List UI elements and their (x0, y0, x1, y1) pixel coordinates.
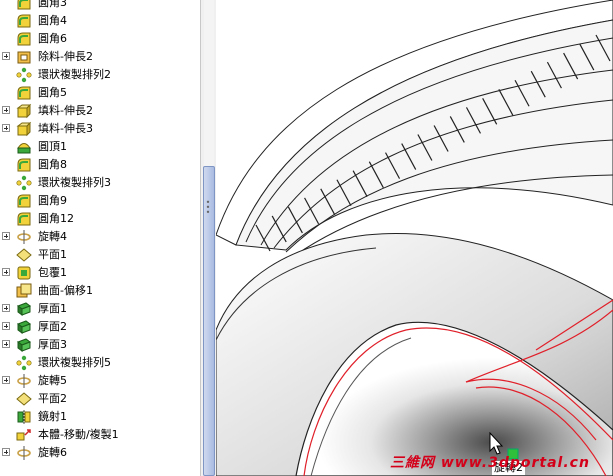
tree-item[interactable]: 旋轉6 (0, 444, 200, 462)
tree-item-label: 圓角12 (38, 212, 74, 225)
tree-item-label: 圓角6 (38, 32, 67, 45)
fillet-icon (16, 13, 32, 29)
tree-item[interactable]: 包覆1 (0, 264, 200, 282)
tree-item[interactable]: 平面1 (0, 246, 200, 264)
move-copy-body-icon (16, 427, 32, 443)
expand-plus-icon[interactable] (2, 304, 10, 312)
tire-model-render (216, 0, 613, 476)
tree-item[interactable]: 圓角4 (0, 12, 200, 30)
circular-pattern-icon (16, 67, 32, 83)
tree-item-label: 圓角8 (38, 158, 67, 171)
fillet-icon (16, 193, 32, 209)
tree-item-label: 圓頂1 (38, 140, 67, 153)
tree-item-label: 曲面-偏移1 (38, 284, 93, 297)
revolve-icon (16, 229, 32, 245)
splitter-grip-icon[interactable]: • • • (204, 199, 212, 217)
tree-item[interactable]: 本體-移動/複製1 (0, 426, 200, 444)
tree-item-label: 本體-移動/複製1 (38, 428, 119, 441)
tree-item-label: 圓角9 (38, 194, 67, 207)
tree-item[interactable]: 鏡射1 (0, 408, 200, 426)
tree-item-label: 環狀複製排列3 (38, 176, 111, 189)
tree-item[interactable]: 旋轉5 (0, 372, 200, 390)
circular-pattern-icon (16, 175, 32, 191)
tree-item-label: 環狀複製排列5 (38, 356, 111, 369)
tree-item[interactable]: 圓角8 (0, 156, 200, 174)
tree-item-label: 厚面3 (38, 338, 67, 351)
tree-item[interactable]: 圓角5 (0, 84, 200, 102)
expand-plus-icon[interactable] (2, 124, 10, 132)
tree-item[interactable]: 厚面1 (0, 300, 200, 318)
expand-plus-icon[interactable] (2, 340, 10, 348)
tree-item-label: 旋轉6 (38, 446, 67, 459)
offset-surface-icon (16, 283, 32, 299)
tree-item[interactable]: 環狀複製排列5 (0, 354, 200, 372)
plane-icon (16, 247, 32, 263)
fillet-icon (16, 211, 32, 227)
expand-plus-icon[interactable] (2, 268, 10, 276)
extruded-boss-icon (16, 121, 32, 137)
tree-item[interactable]: 圓角6 (0, 30, 200, 48)
tree-item[interactable]: 圓角12 (0, 210, 200, 228)
wrap-icon (16, 265, 32, 281)
fillet-icon (16, 31, 32, 47)
expand-plus-icon[interactable] (2, 448, 10, 456)
mirror-icon (16, 409, 32, 425)
fillet-icon (16, 85, 32, 101)
thicken-icon (16, 301, 32, 317)
thicken-icon (16, 337, 32, 353)
tree-item-label: 平面1 (38, 248, 67, 261)
tree-item-label: 平面2 (38, 392, 67, 405)
site-watermark: 三維网 www.3dportal.cn (390, 455, 590, 471)
feature-manager-tree: 圓角3 圓角4 圓角6 除料-伸長2 環狀複製排列2 圓角5 填料-伸長2 填料-伸長3 圓頂1… (0, 0, 200, 476)
circular-pattern-icon (16, 355, 32, 371)
thicken-icon (16, 319, 32, 335)
tree-item[interactable]: 圓角9 (0, 192, 200, 210)
fillet-icon (16, 0, 32, 11)
graphics-viewport[interactable] (216, 0, 613, 476)
tree-item[interactable]: 旋轉4 (0, 228, 200, 246)
tree-item[interactable]: 厚面2 (0, 318, 200, 336)
tree-item-label: 旋轉4 (38, 230, 67, 243)
tree-item[interactable]: 厚面3 (0, 336, 200, 354)
tree-item-label: 鏡射1 (38, 410, 67, 423)
tree-item[interactable]: 環狀複製排列2 (0, 66, 200, 84)
tree-item-label: 圓角3 (38, 0, 67, 9)
tree-item-label: 圓角4 (38, 14, 67, 27)
expand-plus-icon[interactable] (2, 106, 10, 114)
tree-item-label: 環狀複製排列2 (38, 68, 111, 81)
expand-plus-icon[interactable] (2, 52, 10, 60)
panel-splitter[interactable]: • • • (200, 0, 216, 476)
tree-item-label: 厚面1 (38, 302, 67, 315)
revolve-icon (16, 373, 32, 389)
tree-item[interactable]: 除料-伸長2 (0, 48, 200, 66)
tree-item-label: 旋轉5 (38, 374, 67, 387)
tree-item-label: 填料-伸長2 (38, 104, 93, 117)
tree-item-label: 除料-伸長2 (38, 50, 93, 63)
revolve-icon (16, 445, 32, 461)
expand-plus-icon[interactable] (2, 232, 10, 240)
tree-item-label: 厚面2 (38, 320, 67, 333)
extruded-boss-icon (16, 103, 32, 119)
tree-item[interactable]: 曲面-偏移1 (0, 282, 200, 300)
tree-item[interactable]: 填料-伸長2 (0, 102, 200, 120)
extruded-cut-icon (16, 49, 32, 65)
tree-item[interactable]: 環狀複製排列3 (0, 174, 200, 192)
tree-item[interactable]: 填料-伸長3 (0, 120, 200, 138)
tree-item[interactable]: 平面2 (0, 390, 200, 408)
tree-item-label: 包覆1 (38, 266, 67, 279)
dome-icon (16, 139, 32, 155)
tree-item[interactable]: 圓角3 (0, 0, 200, 12)
plane-icon (16, 391, 32, 407)
fillet-icon (16, 157, 32, 173)
expand-plus-icon[interactable] (2, 376, 10, 384)
tree-item-label: 圓角5 (38, 86, 67, 99)
tree-item[interactable]: 圓頂1 (0, 138, 200, 156)
tree-item-label: 填料-伸長3 (38, 122, 93, 135)
expand-plus-icon[interactable] (2, 322, 10, 330)
